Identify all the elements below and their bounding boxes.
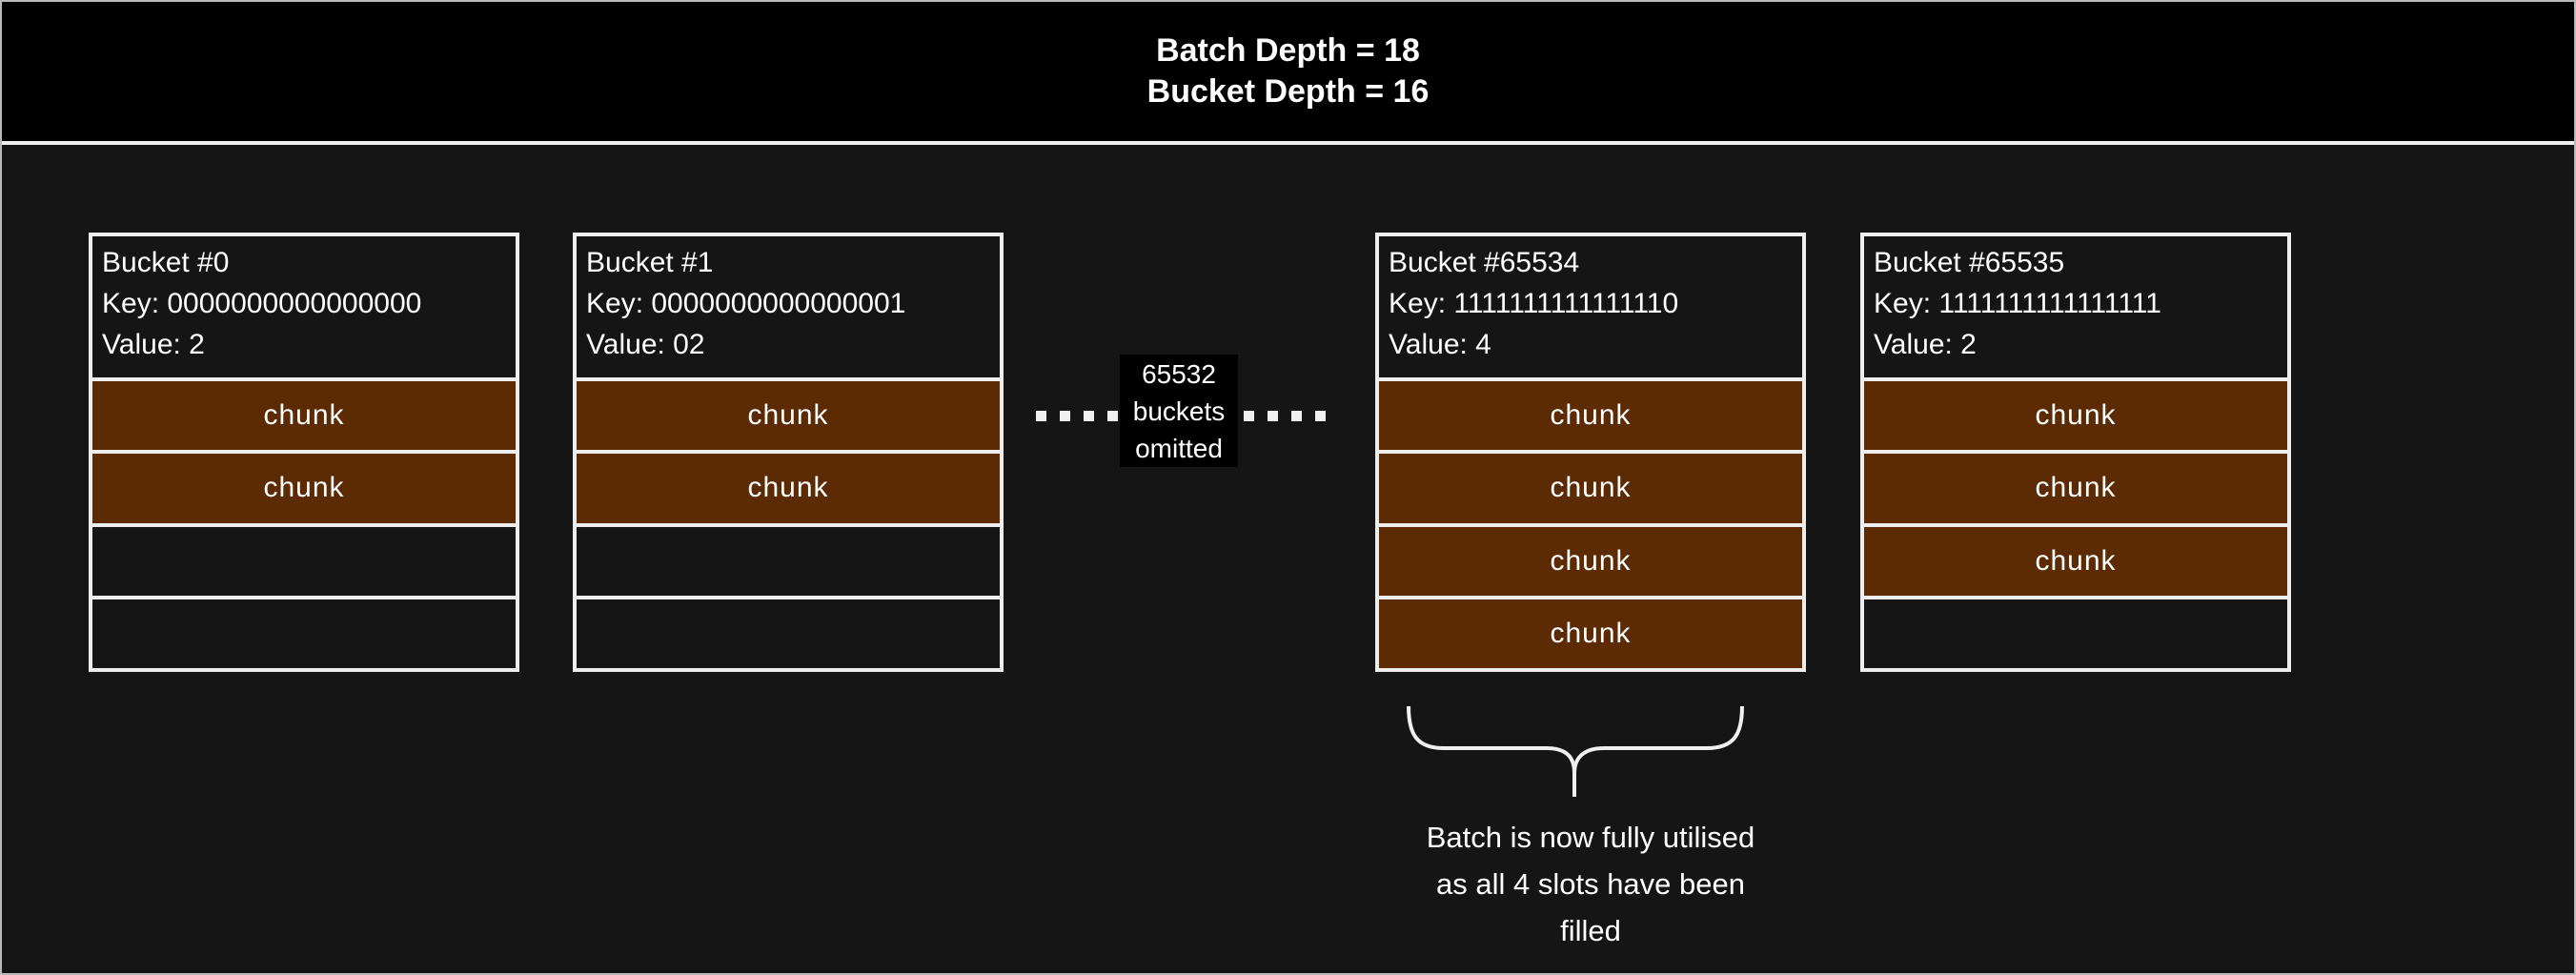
- chunk-slot-filled: chunk: [1379, 596, 1802, 668]
- chunk-slot-empty: [92, 523, 516, 596]
- chunk-slot-filled: chunk: [1864, 377, 2287, 450]
- header-banner: Batch Depth = 18 Bucket Depth = 16: [2, 2, 2574, 145]
- chunk-label: chunk: [2035, 399, 2116, 432]
- chunk-slot-filled: chunk: [92, 450, 516, 522]
- chunk-slot-filled: chunk: [1864, 523, 2287, 596]
- bucket-65534-card: Bucket #65534 Key: 1111111111111110 Valu…: [1375, 233, 1806, 672]
- chunk-slot-empty: [577, 596, 1000, 668]
- bucket-value: Value: 4: [1389, 324, 1795, 365]
- bucket-value: Value: 2: [102, 324, 508, 365]
- chunk-label: chunk: [747, 399, 828, 432]
- bucket-65534-info: Bucket #65534 Key: 1111111111111110 Valu…: [1379, 236, 1802, 377]
- bucket-key: Key: 0000000000000000: [102, 283, 508, 324]
- chunk-label: chunk: [1550, 399, 1631, 432]
- chunk-label: chunk: [263, 399, 344, 432]
- chunk-label: chunk: [2035, 545, 2116, 578]
- chunk-slot-filled: chunk: [92, 377, 516, 450]
- bucket-1-info: Bucket #1 Key: 0000000000000001 Value: 0…: [577, 236, 1000, 377]
- chunk-slot-empty: [577, 523, 1000, 596]
- annotation-line: as all 4 slots have been: [1381, 861, 1800, 907]
- diagram-canvas: Batch Depth = 18 Bucket Depth = 16 Bucke…: [0, 0, 2576, 975]
- bucket-key: Key: 0000000000000001: [586, 283, 992, 324]
- chunk-label: chunk: [2035, 472, 2116, 504]
- bucket-value: Value: 2: [1874, 324, 2280, 365]
- bucket-1-card: Bucket #1 Key: 0000000000000001 Value: 0…: [573, 233, 1004, 672]
- bucket-key: Key: 1111111111111110: [1389, 283, 1795, 324]
- bucket-0-card: Bucket #0 Key: 0000000000000000 Value: 2…: [89, 233, 519, 672]
- annotation-line: filled: [1381, 907, 1800, 954]
- bucket-0-info: Bucket #0 Key: 0000000000000000 Value: 2: [92, 236, 516, 377]
- annotation-line: Batch is now fully utilised: [1381, 814, 1800, 861]
- omitted-count: 65532: [1142, 355, 1216, 393]
- omitted-buckets-label: 65532 buckets omitted: [1120, 355, 1238, 467]
- bucket-key: Key: 1111111111111111: [1874, 283, 2280, 324]
- bucket-title: Bucket #1: [586, 242, 992, 283]
- chunk-slot-empty: [92, 596, 516, 668]
- omitted-dash-line-left: [1036, 411, 1118, 421]
- chunk-slot-empty: [1864, 596, 2287, 668]
- chunk-label: chunk: [263, 472, 344, 504]
- batch-full-annotation: Batch is now fully utilised as all 4 slo…: [1381, 814, 1800, 954]
- omitted-dash-line-right: [1244, 411, 1326, 421]
- omitted-word-omitted: omitted: [1135, 430, 1223, 467]
- chunk-slot-filled: chunk: [1379, 523, 1802, 596]
- chunk-label: chunk: [1550, 545, 1631, 578]
- chunk-slot-filled: chunk: [1379, 450, 1802, 522]
- bucket-title: Bucket #65534: [1389, 242, 1795, 283]
- bucket-65535-card: Bucket #65535 Key: 1111111111111111 Valu…: [1860, 233, 2291, 672]
- bucket-title: Bucket #0: [102, 242, 508, 283]
- bucket-title: Bucket #65535: [1874, 242, 2280, 283]
- chunk-slot-filled: chunk: [1864, 450, 2287, 522]
- bucket-depth-text: Bucket Depth = 16: [1147, 71, 1430, 112]
- chunk-label: chunk: [747, 472, 828, 504]
- chunk-label: chunk: [1550, 472, 1631, 504]
- bucket-value: Value: 02: [586, 324, 992, 365]
- chunk-label: chunk: [1550, 618, 1631, 650]
- chunk-slot-filled: chunk: [577, 450, 1000, 522]
- chunk-slot-filled: chunk: [577, 377, 1000, 450]
- batch-depth-text: Batch Depth = 18: [1156, 30, 1420, 71]
- omitted-word-buckets: buckets: [1133, 393, 1226, 430]
- chunk-slot-filled: chunk: [1379, 377, 1802, 450]
- batch-full-brace: [1406, 704, 1745, 800]
- bucket-65535-info: Bucket #65535 Key: 1111111111111111 Valu…: [1864, 236, 2287, 377]
